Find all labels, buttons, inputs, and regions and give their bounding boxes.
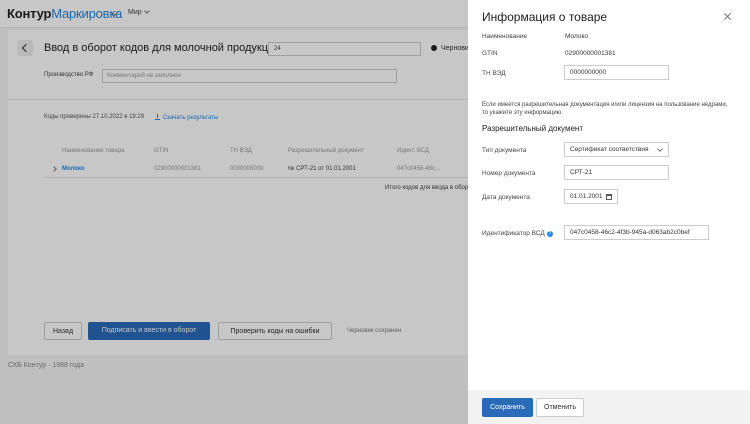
tnved-label: ТН ВЭД	[482, 70, 506, 77]
gtin-label: GTIN	[482, 50, 498, 57]
panel-footer: Сохранить Отменить	[468, 390, 750, 424]
doc-date-label: Дата документа	[482, 194, 530, 201]
permit-note: Если имеется разрешительная документация…	[482, 102, 728, 116]
doc-type-select[interactable]: Сертификат соответствия	[564, 142, 669, 157]
vsd-input[interactable]: 047c0458-46c2-4f3b-945a-d063ab2c0bef	[564, 225, 709, 240]
chevron-down-icon	[657, 146, 663, 152]
doc-date-value: 01.01.2001	[570, 193, 603, 200]
vsd-label: Идентификатор ВСД?	[482, 230, 553, 237]
vsd-label-text: Идентификатор ВСД	[482, 230, 545, 237]
doc-number-label: Номер документа	[482, 170, 536, 177]
name-label: Наименование	[482, 33, 528, 40]
name-value: Молоко	[565, 33, 588, 40]
panel-title: Информация о товаре	[482, 10, 608, 24]
gtin-value: 02900000001381	[565, 50, 616, 57]
modal-overlay[interactable]	[0, 0, 468, 424]
doc-type-value: Сертификат соответствия	[570, 146, 649, 153]
doc-type-label: Тип документа	[482, 147, 527, 154]
save-button[interactable]: Сохранить	[482, 398, 533, 417]
doc-number-input[interactable]: СРТ-21	[564, 165, 669, 180]
info-icon[interactable]: ?	[546, 231, 553, 237]
close-icon[interactable]	[723, 12, 733, 22]
tnved-input[interactable]: 0000000000	[564, 65, 669, 80]
calendar-icon[interactable]	[606, 194, 612, 200]
product-info-panel: Информация о товаре Наименование Молоко …	[468, 0, 750, 424]
cancel-button[interactable]: Отменить	[536, 398, 584, 417]
permit-section-title: Разрешительный документ	[482, 124, 583, 133]
doc-date-input[interactable]: 01.01.2001	[564, 189, 618, 204]
